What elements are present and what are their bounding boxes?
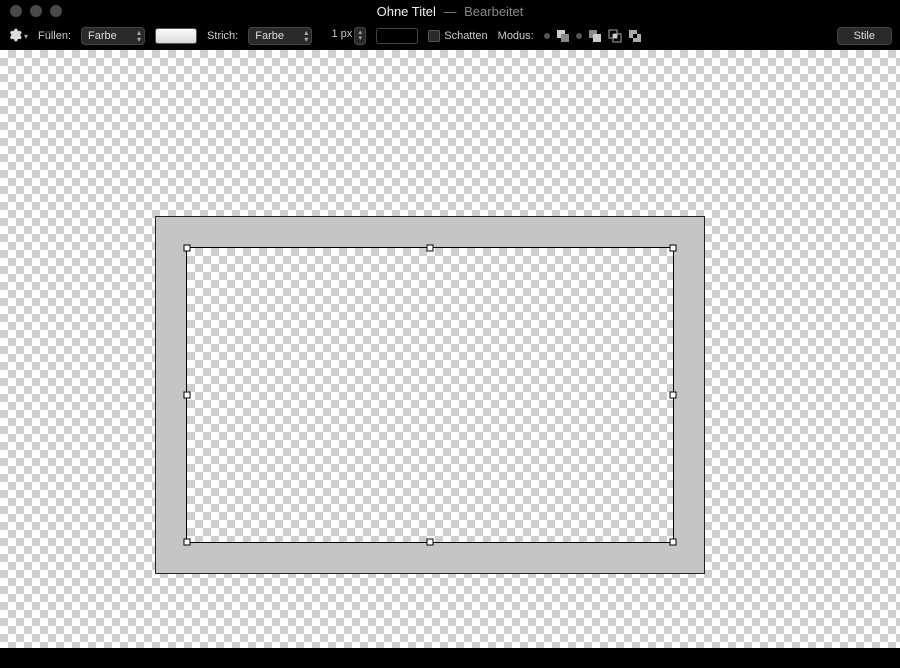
title-separator: —	[444, 4, 457, 19]
shadow-label: Schatten	[444, 30, 487, 42]
stroke-color-swatch[interactable]	[376, 28, 418, 44]
zoom-window-button[interactable]	[50, 5, 62, 17]
mode-radio	[544, 33, 550, 39]
window-title: Ohne Titel — Bearbeitet	[0, 4, 900, 19]
bottom-bar	[0, 648, 900, 668]
stroke-select[interactable]: Farbe ▴▾	[248, 27, 312, 45]
titlebar: Ohne Titel — Bearbeitet	[0, 0, 900, 22]
shadow-checkbox[interactable]	[428, 30, 440, 42]
resize-handle-e[interactable]	[670, 392, 677, 399]
blend-intersect-icon[interactable]	[608, 29, 622, 43]
resize-handle-se[interactable]	[670, 539, 677, 546]
resize-handle-ne[interactable]	[670, 245, 677, 252]
mode-label: Modus:	[498, 30, 534, 42]
selected-shape[interactable]	[186, 247, 674, 543]
resize-handle-s[interactable]	[427, 539, 434, 546]
shadow-toggle[interactable]: Schatten	[428, 30, 487, 42]
toolbar: ▾ Füllen: Farbe ▴▾ Strich: Farbe ▴▾ 1 px…	[0, 22, 900, 50]
stroke-select-value: Farbe	[255, 30, 284, 42]
mode-radio	[576, 33, 582, 39]
minimize-window-button[interactable]	[30, 5, 42, 17]
gear-menu[interactable]: ▾	[8, 28, 28, 45]
styles-button[interactable]: Stile	[837, 27, 892, 45]
stroke-width-field[interactable]: 1 px ▴▾	[322, 27, 366, 45]
blend-subtract-icon[interactable]	[588, 29, 602, 43]
gear-icon	[8, 28, 22, 45]
resize-handle-nw[interactable]	[184, 245, 191, 252]
resize-handle-sw[interactable]	[184, 539, 191, 546]
canvas[interactable]	[0, 50, 900, 668]
resize-handle-w[interactable]	[184, 392, 191, 399]
chevron-down-icon: ▾	[24, 32, 28, 41]
title-sub: Bearbeitet	[464, 4, 523, 19]
shape-fill-transparent	[187, 248, 673, 542]
resize-handle-n[interactable]	[427, 245, 434, 252]
shape-outer-rect[interactable]	[155, 216, 705, 574]
stroke-width-value: 1 px	[322, 28, 352, 44]
blend-exclude-icon[interactable]	[628, 29, 642, 43]
updown-icon: ▴▾	[137, 29, 141, 43]
fill-select-value: Farbe	[88, 30, 117, 42]
close-window-button[interactable]	[10, 5, 22, 17]
fill-select[interactable]: Farbe ▴▾	[81, 27, 145, 45]
stroke-width-stepper[interactable]: ▴▾	[354, 27, 366, 45]
stroke-label: Strich:	[207, 30, 238, 42]
styles-button-label: Stile	[854, 30, 875, 42]
fill-color-swatch[interactable]	[155, 28, 197, 44]
title-main: Ohne Titel	[377, 4, 436, 19]
updown-icon: ▴▾	[304, 29, 308, 43]
fill-label: Füllen:	[38, 30, 71, 42]
blend-normal-icon[interactable]	[556, 29, 570, 43]
